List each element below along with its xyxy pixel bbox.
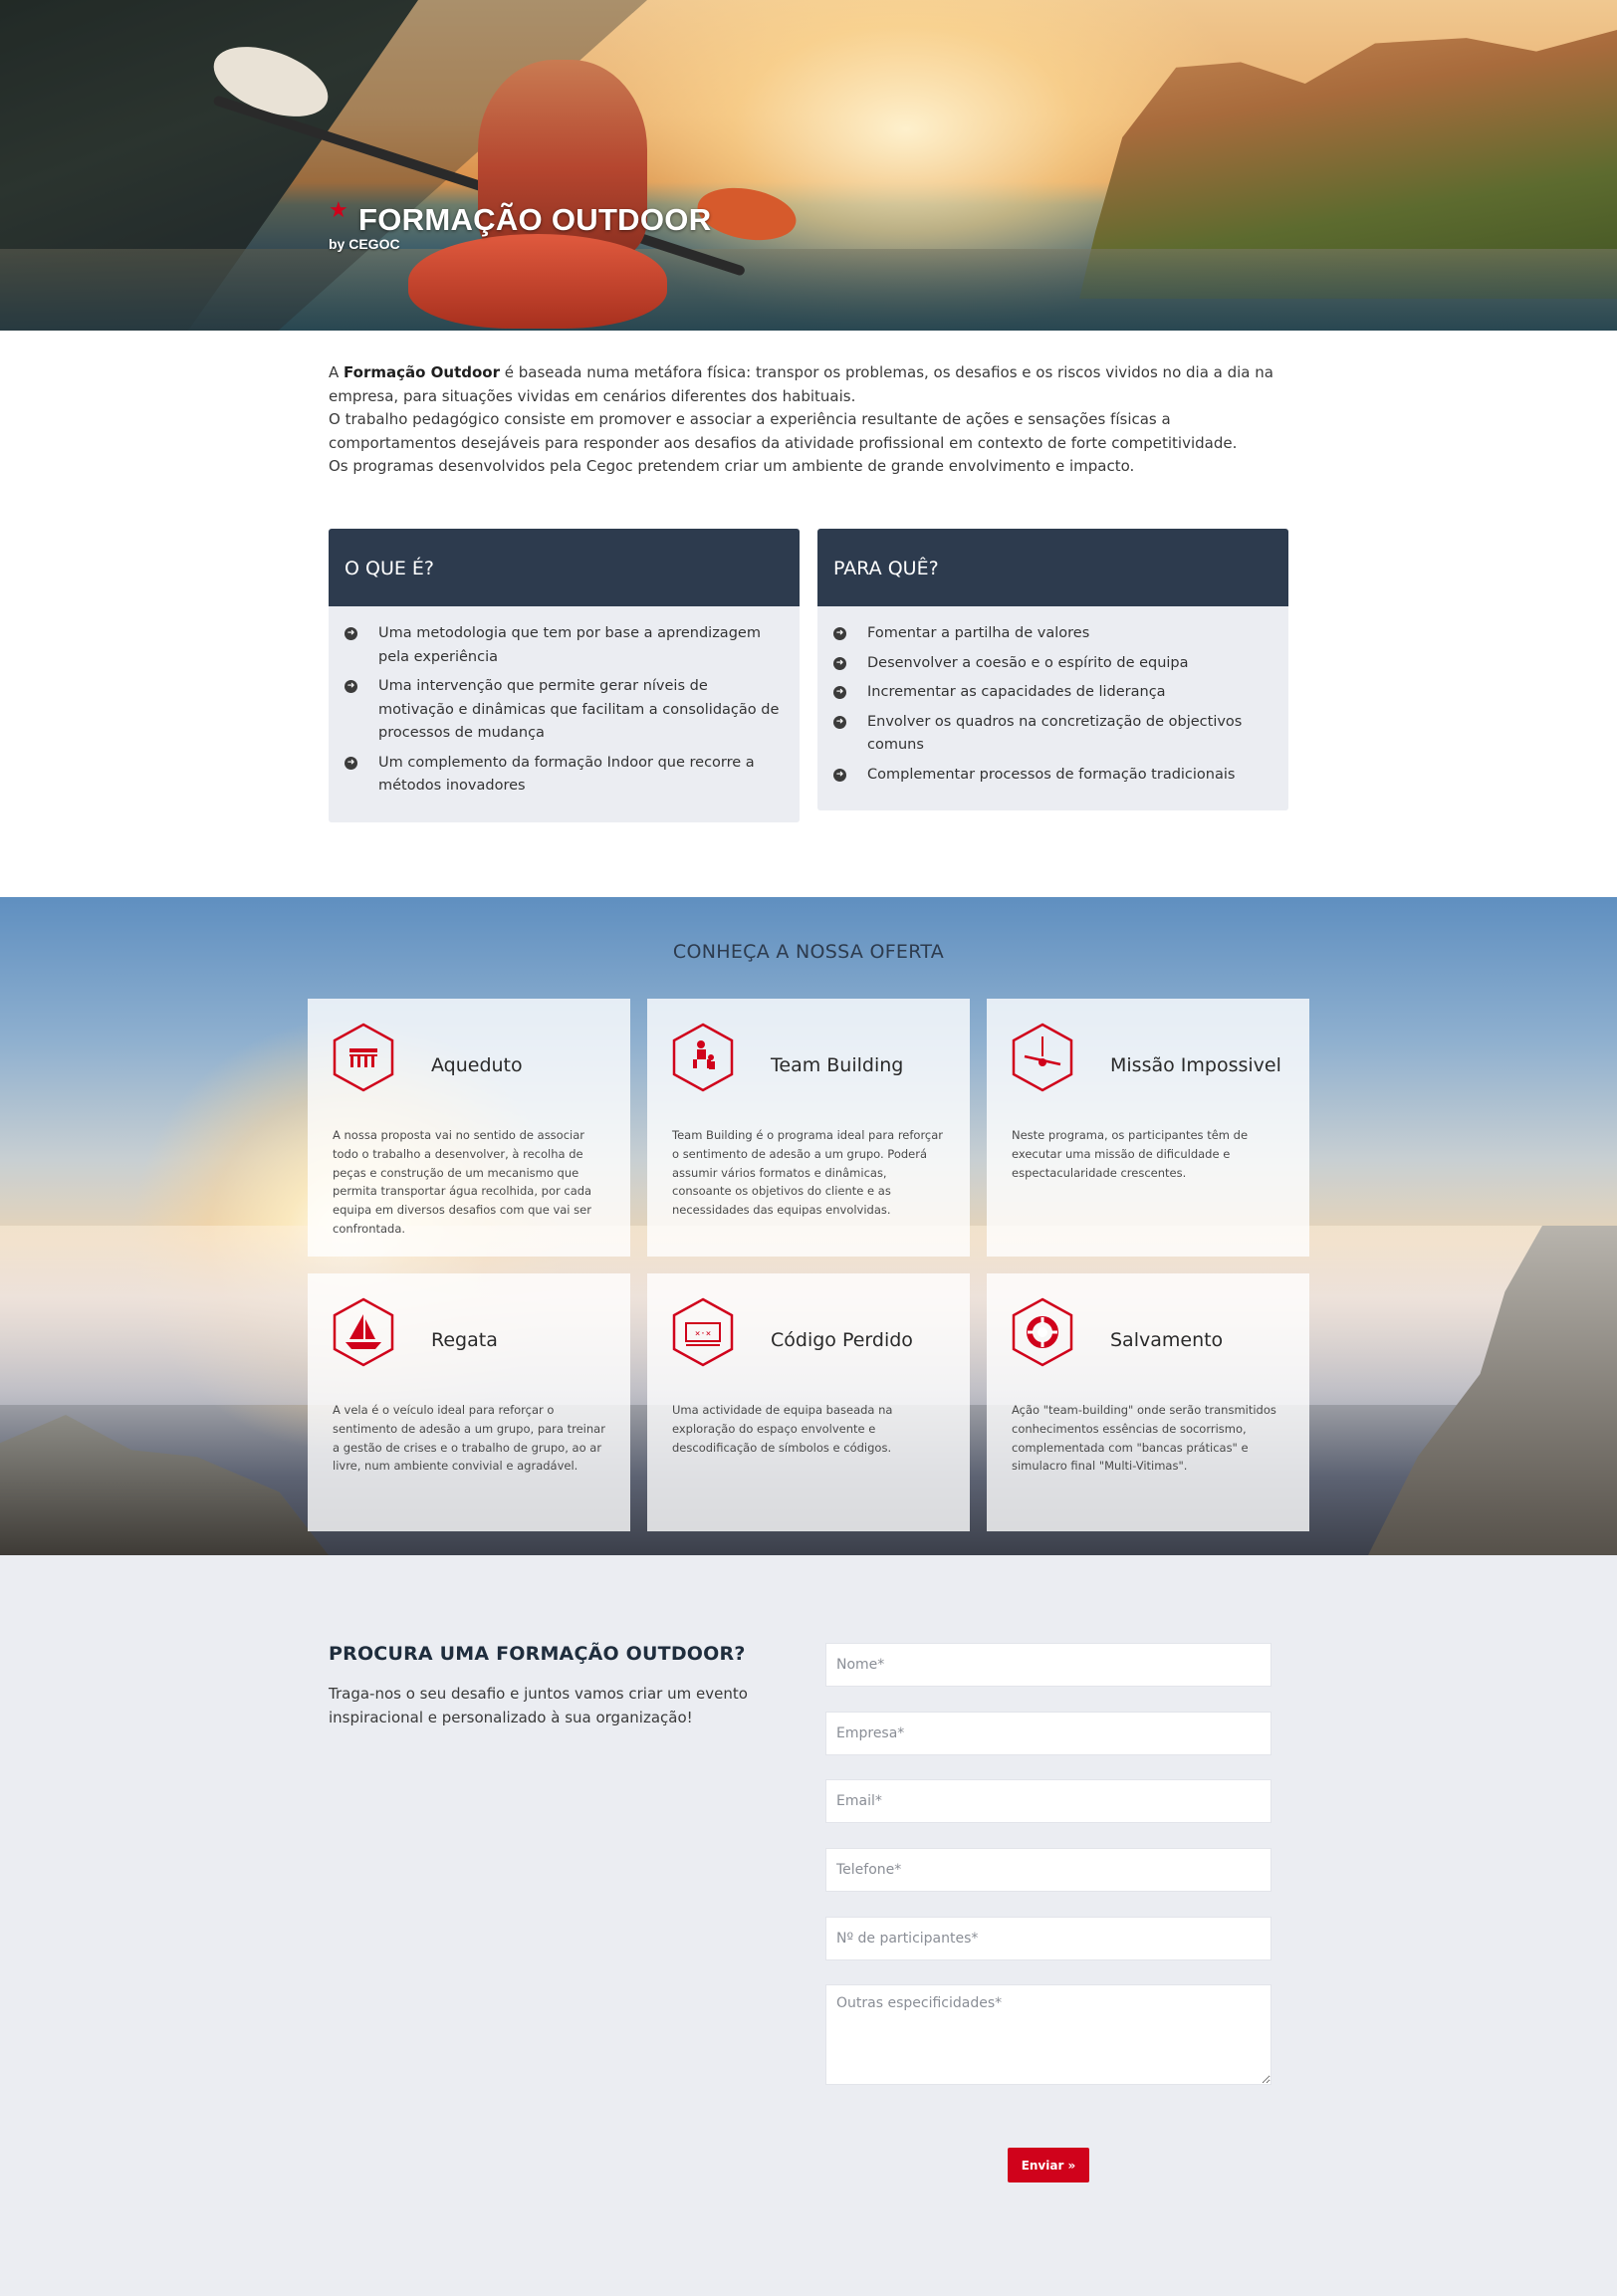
card-description: A nossa proposta vai no sentido de assoc… xyxy=(333,1128,592,1236)
card-description: A vela é o veículo ideal para reforçar o… xyxy=(333,1403,605,1474)
card-description: Ação "team-building" onde serão transmit… xyxy=(1012,1403,1276,1474)
submit-button[interactable]: Enviar » xyxy=(1008,2148,1089,2182)
phone-field[interactable] xyxy=(825,1848,1271,1892)
what-is-title: O QUE É? xyxy=(329,529,800,606)
card-title: Salvamento xyxy=(1110,1329,1224,1351)
intro-paragraph: O trabalho pedagógico consiste em promov… xyxy=(329,410,1238,452)
list-item-text: Desenvolver a coesão e o espírito de equ… xyxy=(867,654,1189,671)
hero-title-block: ★ FORMAÇÃO OUTDOOR by CEGOC xyxy=(329,198,712,253)
intro-prefix: A xyxy=(329,363,345,381)
why-list: ➜ Fomentar a partilha de valores ➜ Desenvo… xyxy=(817,606,1288,806)
arrow-circle-icon: ➜ xyxy=(833,686,846,699)
contact-section: PROCURA UMA FORMAÇÃO OUTDOOR? Traga-nos … xyxy=(0,1555,1617,2296)
offer-card-salvamento[interactable]: Salvamento Ação "team-building" onde ser… xyxy=(987,1273,1309,1531)
list-item-text: Complementar processos de formação tradi… xyxy=(867,766,1236,783)
name-field[interactable] xyxy=(825,1643,1271,1687)
list-item: ➜ Fomentar a partilha de valores xyxy=(833,622,1269,646)
card-description: Uma actividade de equipa baseada na expl… xyxy=(672,1403,893,1455)
list-item: ➜ Incrementar as capacidades de liderança xyxy=(833,681,1269,705)
arrow-circle-icon: ➜ xyxy=(833,627,846,640)
list-item: ➜ Envolver os quadros na concretização de… xyxy=(833,711,1269,758)
list-item: ➜ Uma metodologia que tem por base a apre… xyxy=(345,622,780,669)
code-card-icon: ×·× xyxy=(672,1297,734,1367)
hero-byline: by CEGOC xyxy=(329,236,400,252)
list-item-text: Incrementar as capacidades de liderança xyxy=(867,684,1166,700)
svg-text:×·×: ×·× xyxy=(695,1329,711,1339)
hero-title: FORMAÇÃO OUTDOOR xyxy=(358,202,712,237)
card-description: Team Building é o programa ideal para re… xyxy=(672,1128,944,1218)
list-item-text: Uma metodologia que tem por base a apren… xyxy=(378,625,761,665)
other-specifics-field[interactable] xyxy=(825,1984,1271,2085)
participants-field[interactable] xyxy=(825,1917,1271,1960)
list-item-text: Uma intervenção que permite gerar níveis… xyxy=(378,678,780,741)
contact-subtitle: Traga-nos o seu desafio e juntos vamos c… xyxy=(329,1685,748,1726)
card-title: Código Perdido xyxy=(771,1329,913,1351)
list-item-text: Um complemento da formação Indoor que re… xyxy=(378,754,755,795)
arrow-circle-icon: ➜ xyxy=(833,715,846,729)
intro-paragraph: Os programas desenvolvidos pela Cegoc pr… xyxy=(329,457,1135,475)
card-title: Aqueduto xyxy=(431,1054,523,1076)
offer-heading: CONHEÇA A NOSSA OFERTA xyxy=(672,941,945,963)
arrow-circle-icon: ➜ xyxy=(345,680,357,693)
arrow-circle-icon: ➜ xyxy=(345,627,357,640)
card-description: Neste programa, os participantes têm de … xyxy=(1012,1128,1249,1180)
intro-paragraph: A Formação Outdoor é baseada numa metáfo… xyxy=(329,361,1284,408)
list-item-text: Envolver os quadros na concretização de … xyxy=(867,713,1243,754)
list-item: ➜ Desenvolver a coesão e o espírito de eq… xyxy=(833,652,1269,676)
offer-card-codigo-perdido[interactable]: ×·× Código Perdido Uma actividade de equ… xyxy=(647,1273,970,1531)
intro-text: A Formação Outdoor é baseada numa metáfo… xyxy=(329,361,1284,479)
sailboat-icon xyxy=(333,1297,394,1367)
aqueduct-icon xyxy=(333,1023,394,1092)
list-item: ➜ Um complemento da formação Indoor que r… xyxy=(345,752,780,799)
hero-banner: ★ FORMAÇÃO OUTDOOR by CEGOC xyxy=(0,0,1617,331)
why-title: PARA QUÊ? xyxy=(817,529,1288,606)
team-building-icon xyxy=(672,1023,734,1092)
card-title: Team Building xyxy=(771,1054,904,1076)
email-field[interactable] xyxy=(825,1779,1271,1823)
offer-card-team-building[interactable]: Team Building Team Building é o programa… xyxy=(647,999,970,1257)
offer-card-aqueduto[interactable]: Aqueduto A nossa proposta vai no sentido… xyxy=(308,999,630,1257)
what-is-box: O QUE É? ➜ Uma metodologia que tem por ba… xyxy=(329,529,800,822)
what-is-list: ➜ Uma metodologia que tem por base a apre… xyxy=(329,606,800,818)
card-title: Regata xyxy=(431,1329,498,1351)
lifebuoy-icon xyxy=(1012,1297,1073,1367)
arrow-circle-icon: ➜ xyxy=(833,656,846,670)
offer-card-missao-impossivel[interactable]: Missão Impossivel Neste programa, os par… xyxy=(987,999,1309,1257)
list-item: ➜ Uma intervenção que permite gerar nívei… xyxy=(345,675,780,746)
why-box: PARA QUÊ? ➜ Fomentar a partilha de valore… xyxy=(817,529,1288,810)
offer-section: CONHEÇA A NOSSA OFERTA Aqueduto A nossa … xyxy=(0,897,1617,1555)
zipline-icon xyxy=(1012,1023,1073,1092)
list-item: ➜ Complementar processos de formação trad… xyxy=(833,764,1269,788)
intro-bold: Formação Outdoor xyxy=(344,363,501,381)
star-icon: ★ xyxy=(329,198,348,223)
list-item-text: Fomentar a partilha de valores xyxy=(867,625,1090,641)
arrow-circle-icon: ➜ xyxy=(345,756,357,770)
card-title: Missão Impossivel xyxy=(1110,1054,1281,1076)
contact-title: PROCURA UMA FORMAÇÃO OUTDOOR? xyxy=(329,1643,746,1665)
offer-card-regata[interactable]: Regata A vela é o veículo ideal para ref… xyxy=(308,1273,630,1531)
company-field[interactable] xyxy=(825,1712,1271,1755)
arrow-circle-icon: ➜ xyxy=(833,768,846,782)
